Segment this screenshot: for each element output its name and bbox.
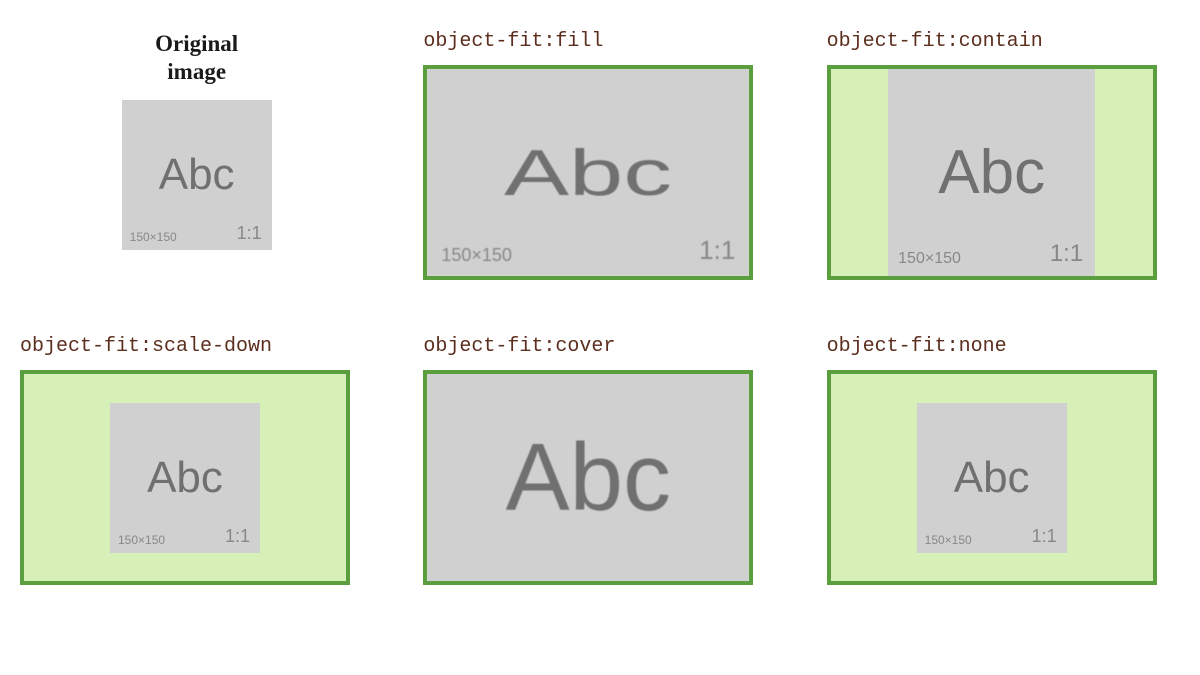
box-none: Abc 150×150 1:1	[827, 370, 1157, 585]
sample-text: Abc	[954, 453, 1030, 503]
sample-image-fill: Abc 150×150 1:1	[427, 69, 749, 276]
label-none: object-fit:none	[827, 335, 1007, 358]
sample-image-original: Abc 150×150 1:1	[122, 100, 272, 250]
sample-ratio: 1:1	[237, 223, 262, 244]
object-fit-demo-grid: Original image Abc 150×150 1:1 object-fi…	[20, 30, 1180, 585]
label-contain: object-fit:contain	[827, 30, 1043, 53]
sample-ratio: 1:1	[699, 235, 735, 266]
cell-original: Original image Abc 150×150 1:1	[20, 30, 373, 280]
cell-none: object-fit:none Abc 150×150 1:1	[827, 335, 1180, 585]
sample-image-none: Abc 150×150 1:1	[917, 403, 1067, 553]
label-cover: object-fit:cover	[423, 335, 615, 358]
label-scale-down: object-fit:scale-down	[20, 335, 272, 358]
cell-fill: object-fit:fill Abc 150×150 1:1	[423, 30, 776, 280]
sample-ratio: 1:1	[1032, 526, 1057, 547]
sample-text: Abc	[159, 150, 235, 200]
label-original: Original image	[155, 30, 238, 85]
sample-dimensions: 150×150	[118, 533, 165, 547]
cell-cover: object-fit:cover Abc 150×150 1:1	[423, 335, 776, 585]
box-contain: Abc 150×150 1:1	[827, 65, 1157, 280]
box-cover: Abc 150×150 1:1	[423, 370, 753, 585]
sample-dimensions: 150×150	[898, 250, 961, 268]
sample-image-scale-down: Abc 150×150 1:1	[110, 403, 260, 553]
sample-dimensions: 150×150	[441, 245, 512, 266]
sample-text: Abc	[938, 137, 1045, 208]
box-scale-down: Abc 150×150 1:1	[20, 370, 350, 585]
label-fill: object-fit:fill	[423, 30, 603, 53]
box-fill: Abc 150×150 1:1	[423, 65, 753, 280]
sample-text: Abc	[506, 423, 671, 533]
sample-text: Abc	[147, 453, 223, 503]
sample-text: Abc	[504, 135, 672, 210]
cell-scale-down: object-fit:scale-down Abc 150×150 1:1	[20, 335, 373, 585]
sample-dimensions: 150×150	[130, 230, 177, 244]
sample-dimensions: 150×150	[925, 533, 972, 547]
cell-contain: object-fit:contain Abc 150×150 1:1	[827, 30, 1180, 280]
sample-ratio: 1:1	[1050, 240, 1083, 268]
sample-ratio: 1:1	[225, 526, 250, 547]
sample-image-cover: Abc 150×150 1:1	[427, 374, 749, 581]
sample-image-contain: Abc 150×150 1:1	[888, 69, 1095, 276]
